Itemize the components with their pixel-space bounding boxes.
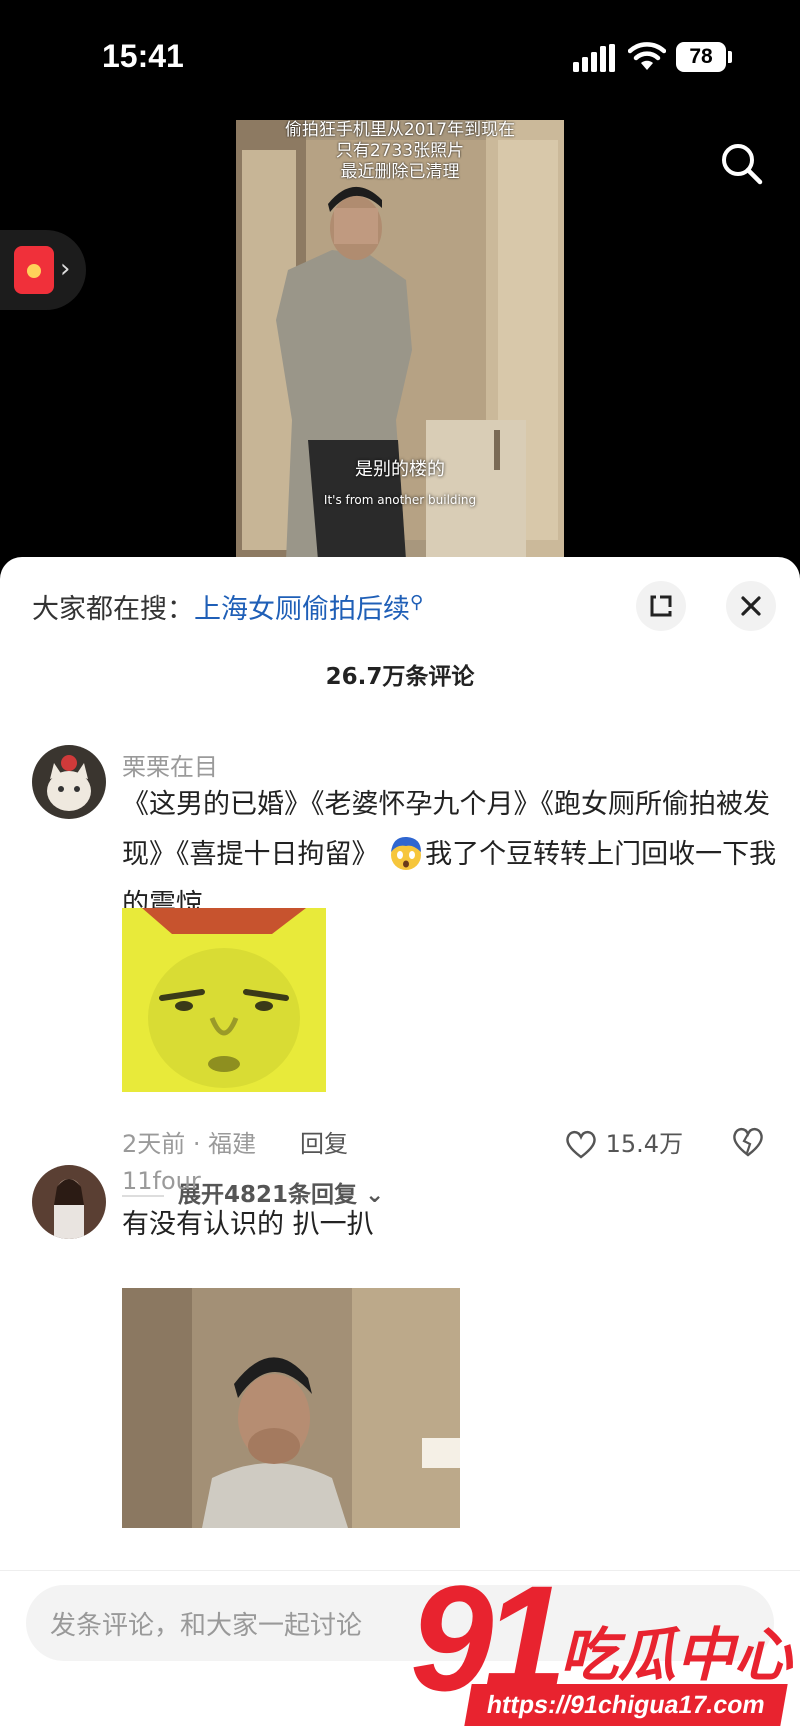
comment-meta: 2天前 · 福建 — [122, 1130, 257, 1158]
reply-button[interactable]: 回复 — [300, 1124, 348, 1159]
chevron-right-icon: › — [60, 254, 71, 284]
comment-image[interactable] — [122, 908, 326, 1092]
overlay-line: 偷拍狂手机里从2017年到现在 — [284, 120, 516, 140]
video-frame[interactable]: 偷拍狂手机里从2017年到现在 只有2733张照片 最近删除已清理 是别的楼的 … — [236, 120, 564, 560]
heart-icon — [566, 1130, 596, 1159]
overlay-line: 只有2733张照片 — [335, 141, 465, 161]
watermark-url: https://91chigua17.com — [464, 1684, 788, 1726]
search-icon: ⚲ — [410, 592, 424, 613]
comment-text: 有没有认识的 扒一扒 — [122, 1209, 374, 1240]
overlay-line: 最近删除已清理 — [340, 162, 460, 182]
meme-image — [122, 908, 326, 1092]
avatar[interactable] — [32, 745, 106, 819]
watermark-brand: 吃瓜中心 — [560, 1621, 793, 1689]
comment-username[interactable]: 11four — [122, 1167, 201, 1195]
video-player[interactable]: 偷拍狂手机里从2017年到现在 只有2733张照片 最近删除已清理 是别的楼的 … — [0, 0, 800, 560]
close-button[interactable] — [726, 581, 776, 631]
comment-image-scene — [122, 1288, 460, 1528]
expand-button[interactable] — [636, 581, 686, 631]
close-icon — [741, 596, 761, 616]
broken-heart-icon[interactable] — [730, 1124, 766, 1158]
like-count: 15.4万 — [605, 1130, 684, 1158]
trending-search-term[interactable]: 上海女厕偷拍后续 — [194, 594, 410, 625]
subtitle-cn: 是别的楼的 — [355, 459, 445, 480]
comment-count: 26.7万条评论 — [325, 664, 475, 690]
comment-input-placeholder: 发条评论，和大家一起讨论 — [50, 1611, 363, 1641]
like-button[interactable]: 15.4万 — [564, 1124, 683, 1160]
search-icon[interactable] — [718, 140, 766, 188]
red-packet-icon — [14, 246, 54, 294]
subtitle-en: It's from another building — [323, 493, 477, 507]
trending-search[interactable]: 大家都在搜：上海女厕偷拍后续⚲ — [32, 587, 423, 626]
comment-username[interactable]: 栗栗在目 — [122, 747, 218, 782]
comments-panel: 大家都在搜：上海女厕偷拍后续⚲ 26.7万条评论 栗栗在目 《这男的已婚》《老婆… — [0, 557, 800, 1735]
avatar-image — [32, 1165, 106, 1239]
red-packet-button[interactable]: › — [0, 230, 86, 310]
expand-icon — [650, 595, 672, 617]
video-overlay-text: 偷拍狂手机里从2017年到现在 只有2733张照片 最近删除已清理 — [236, 120, 564, 183]
avatar[interactable] — [32, 1165, 106, 1239]
trending-search-prefix: 大家都在搜： — [32, 594, 194, 625]
shocked-emoji-icon — [391, 836, 422, 870]
avatar-image — [32, 745, 106, 819]
watermark: 91 吃瓜中心 https://91chigua17.com — [410, 1554, 800, 1735]
comment-image[interactable] — [122, 1288, 460, 1528]
